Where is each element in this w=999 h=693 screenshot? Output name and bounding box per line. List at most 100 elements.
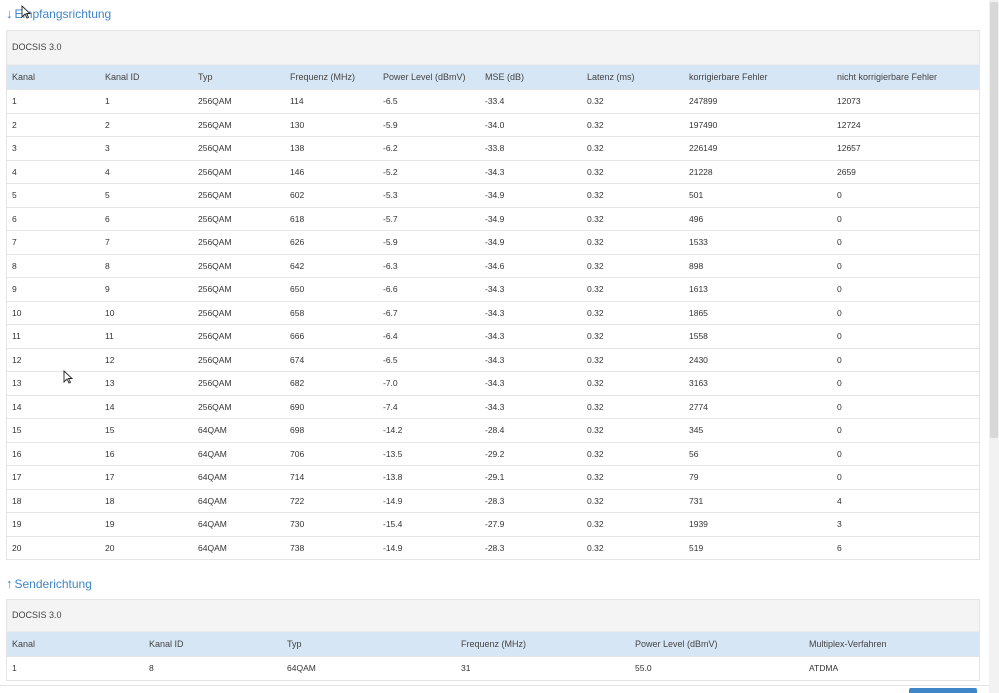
table-cell: 626 [285,230,378,254]
table-cell: 16 [7,441,100,466]
table-cell: 501 [684,183,832,207]
table-cell: 730 [285,512,378,536]
table-cell: 0 [832,324,979,348]
table-cell: 682 [285,371,378,395]
table-cell: 12724 [832,112,979,137]
table-cell: 0.32 [582,159,684,184]
table-cell: -27.9 [480,512,582,536]
table-cell: 9 [7,277,100,301]
table-cell: 3 [100,136,193,160]
table-cell: 64QAM [282,656,456,680]
table-cell: 5 [100,183,193,207]
table-cell: 79 [684,465,832,489]
table-cell: -34.0 [480,112,582,137]
table-cell: 56 [684,441,832,466]
table-cell: -13.5 [378,441,480,466]
table-cell: 64QAM [193,512,285,536]
table-cell: 2774 [684,394,832,419]
table-cell: 7 [7,230,100,254]
table-cell: 898 [684,253,832,278]
table-cell: -34.9 [480,206,582,231]
table-cell: 731 [684,488,832,513]
table-cell: 0.32 [582,253,684,278]
table-cell: 0 [832,300,979,325]
table-row: 1 1 256QAM 114 -6.5 -33.4 0.32 247899 12073 [7,89,979,113]
table-cell: -6.2 [378,136,480,160]
mouse-cursor-icon [63,370,73,384]
table-cell: 16 [100,441,193,466]
table-cell: 496 [684,206,832,231]
downstream-table: Kanal Kanal ID Typ Frequenz (MHz) Power Leve… [7,65,979,559]
table-cell: 690 [285,394,378,419]
table-row: 18 18 64QAM 722 -14.9 -28.3 0.32 731 4 [7,488,979,513]
table-cell: 256QAM [193,324,285,348]
table-cell: 0.32 [582,488,684,513]
table-cell: 1 [100,89,193,113]
table-cell: 0.32 [582,206,684,231]
table-cell: -34.9 [480,230,582,254]
downstream-docsis-label: DOCSIS 3.0 [7,31,979,65]
table-cell: -34.6 [480,253,582,278]
table-cell: 11 [7,324,100,348]
table-row: 16 16 64QAM 706 -13.5 -29.2 0.32 56 0 [7,441,979,466]
table-cell: 256QAM [193,394,285,419]
upstream-title[interactable]: Senderichtung [15,577,92,591]
table-cell: 130 [285,112,378,137]
table-cell: -5.3 [378,183,480,207]
table-cell: -5.7 [378,206,480,231]
table-cell: -33.4 [480,89,582,113]
table-cell: 8 [7,253,100,278]
table-cell: 602 [285,183,378,207]
scrollbar-track[interactable] [989,0,999,693]
table-cell: 1939 [684,512,832,536]
table-cell: 9 [100,277,193,301]
table-cell: 256QAM [193,136,285,160]
column-header: Typ [193,65,285,90]
table-cell: 256QAM [193,277,285,301]
table-cell: 6 [832,535,979,559]
table-cell: 706 [285,441,378,466]
upstream-body: 1 8 64QAM 31 55.0 ATDMA [7,656,979,680]
table-cell: 698 [285,418,378,442]
table-cell: 15 [7,418,100,442]
table-cell: 14 [7,394,100,419]
table-cell: 0 [832,206,979,231]
table-cell: 0.32 [582,230,684,254]
table-cell: 722 [285,488,378,513]
table-cell: 0.32 [582,535,684,559]
table-cell: 3163 [684,371,832,395]
table-row: 17 17 64QAM 714 -13.8 -29.1 0.32 79 0 [7,465,979,489]
table-cell: 1613 [684,277,832,301]
upstream-heading[interactable]: ↑ Senderichtung [6,576,92,591]
column-header: Latenz (ms) [582,65,684,90]
table-row: 10 10 256QAM 658 -6.7 -34.3 0.32 1865 0 [7,300,979,325]
table-cell: 1 [7,656,144,680]
table-cell: 0.32 [582,394,684,419]
table-cell: -6.5 [378,89,480,113]
footer-button[interactable] [909,688,977,693]
table-cell: -6.4 [378,324,480,348]
table-cell: 0.32 [582,277,684,301]
table-cell: 0 [832,277,979,301]
table-cell: 4 [7,159,100,184]
table-cell: 17 [7,465,100,489]
table-cell: 226149 [684,136,832,160]
table-cell: 1558 [684,324,832,348]
table-cell: 197490 [684,112,832,137]
table-cell: 1 [7,89,100,113]
table-cell: 13 [100,371,193,395]
table-cell: 12 [7,347,100,372]
table-cell: 55.0 [630,656,804,680]
table-cell: 18 [100,488,193,513]
table-row: 8 8 256QAM 642 -6.3 -34.6 0.32 898 0 [7,253,979,278]
table-cell: 14 [100,394,193,419]
column-header: Kanal ID [100,65,193,90]
table-cell: 12657 [832,136,979,160]
scrollbar-thumb[interactable] [990,2,998,438]
table-cell: -6.5 [378,347,480,372]
table-cell: 18 [7,488,100,513]
table-cell: 256QAM [193,89,285,113]
table-cell: 138 [285,136,378,160]
table-cell: -6.3 [378,253,480,278]
table-cell: 31 [456,656,630,680]
